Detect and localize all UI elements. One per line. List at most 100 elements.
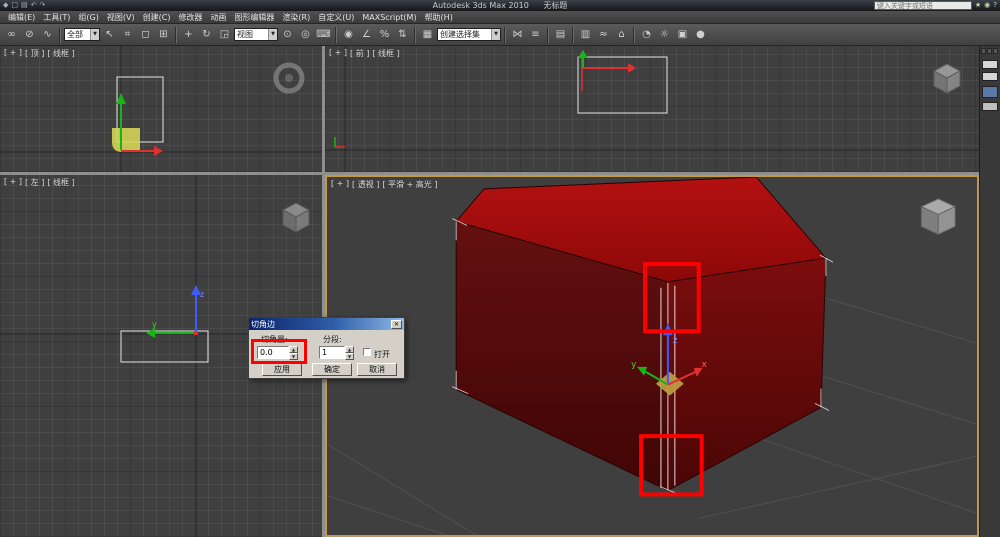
- viewcube[interactable]: [934, 64, 960, 93]
- viewport-menu-plus[interactable]: [ + ]: [4, 48, 22, 59]
- chevron-down-icon[interactable]: ▼: [90, 29, 99, 40]
- select-and-move-icon[interactable]: +: [180, 26, 197, 44]
- viewport-menu-shading[interactable]: [ 平滑 + 高光 ]: [382, 179, 437, 190]
- angle-snap-icon[interactable]: ∠: [358, 26, 375, 44]
- viewport-menu-name[interactable]: [ 顶 ]: [25, 48, 44, 59]
- render-setup-icon[interactable]: ☼: [656, 26, 673, 44]
- unlink-selection-icon[interactable]: ⊘: [21, 26, 38, 44]
- curve-editor-icon[interactable]: ≈: [595, 26, 612, 44]
- help-icon[interactable]: ?: [993, 1, 997, 10]
- command-panel-tab-modify[interactable]: [987, 48, 992, 54]
- dialog-title: 切角边: [251, 319, 275, 330]
- save-file-icon[interactable]: ▤: [21, 1, 28, 10]
- segments-spinner[interactable]: 1 ▲ ▼: [319, 346, 354, 359]
- command-panel-tab-create[interactable]: [981, 48, 986, 54]
- align-icon[interactable]: ≡: [527, 26, 544, 44]
- mirror-icon[interactable]: ⋈: [509, 26, 526, 44]
- world-axes: [0, 46, 322, 172]
- viewport-menu-name[interactable]: [ 透视 ]: [352, 179, 379, 190]
- viewport-menu-name[interactable]: [ 前 ]: [350, 48, 369, 59]
- schematic-view-icon[interactable]: ⌂: [613, 26, 630, 44]
- app-menu-icon[interactable]: ◆: [3, 1, 8, 10]
- cancel-button[interactable]: 取消: [357, 363, 397, 376]
- redo-icon[interactable]: ↷: [40, 1, 46, 10]
- viewcube[interactable]: [921, 199, 955, 235]
- viewport-top[interactable]: [ + ] [ 顶 ] [ 线框 ]: [0, 46, 322, 172]
- menu-group[interactable]: 组(G): [74, 12, 102, 23]
- communication-center-icon[interactable]: ◉: [984, 1, 990, 10]
- close-icon[interactable]: ✕: [391, 320, 402, 329]
- new-file-icon[interactable]: □: [11, 1, 18, 10]
- viewport-menu-shading[interactable]: [ 线框 ]: [47, 48, 74, 59]
- panel-field[interactable]: [982, 60, 998, 69]
- ok-button[interactable]: 确定: [312, 363, 352, 376]
- edit-named-selection-sets-icon[interactable]: ▦: [419, 26, 436, 44]
- viewport-menu-name[interactable]: [ 左 ]: [25, 177, 44, 188]
- percent-snap-icon[interactable]: %: [376, 26, 393, 44]
- viewport-menu-shading[interactable]: [ 线框 ]: [47, 177, 74, 188]
- menu-views[interactable]: 视图(V): [103, 12, 139, 23]
- select-and-link-icon[interactable]: ∞: [3, 26, 20, 44]
- viewport-perspective[interactable]: [ + ] [ 透视 ] [ 平滑 + 高光 ]: [325, 175, 979, 537]
- viewport-menu-plus[interactable]: [ + ]: [329, 48, 347, 59]
- spinner-snap-icon[interactable]: ⇅: [394, 26, 411, 44]
- box-wire-left[interactable]: [121, 331, 208, 362]
- snaps-toggle-icon[interactable]: ◉: [340, 26, 357, 44]
- command-panel-tab-hierarchy[interactable]: [993, 48, 998, 54]
- panel-field[interactable]: [982, 102, 998, 111]
- segments-field[interactable]: 1: [319, 346, 345, 359]
- menu-graph-editors[interactable]: 图形编辑器: [230, 12, 278, 23]
- panel-field[interactable]: [982, 72, 998, 81]
- keyboard-shortcut-override-icon[interactable]: ⌨: [315, 26, 332, 44]
- move-gizmo[interactable]: [578, 50, 636, 73]
- graphite-modeling-tools-icon[interactable]: ▥: [577, 26, 594, 44]
- steering-wheel-icon[interactable]: [276, 65, 302, 91]
- menu-help[interactable]: 帮助(H): [421, 12, 457, 23]
- menu-tools[interactable]: 工具(T): [39, 12, 74, 23]
- chevron-down-icon[interactable]: ▼: [268, 29, 277, 40]
- apply-button[interactable]: 应用: [262, 363, 302, 376]
- material-editor-icon[interactable]: ◔: [638, 26, 655, 44]
- selection-filter-combo[interactable]: 全部 ▼: [64, 28, 100, 41]
- select-and-rotate-icon[interactable]: ↻: [198, 26, 215, 44]
- menu-maxscript[interactable]: MAXScript(M): [358, 13, 420, 22]
- menu-modifiers[interactable]: 修改器: [174, 12, 206, 23]
- spinner-down-icon[interactable]: ▼: [345, 353, 354, 360]
- infocenter-search-input[interactable]: [874, 1, 972, 10]
- rectangular-selection-region-icon[interactable]: ◻: [137, 26, 154, 44]
- rendered-frame-window-icon[interactable]: ▣: [674, 26, 691, 44]
- command-panel-collapsed[interactable]: [979, 46, 1000, 537]
- window-crossing-icon[interactable]: ⊞: [155, 26, 172, 44]
- reference-coordinate-combo[interactable]: 视图 ▼: [234, 28, 278, 41]
- viewcube[interactable]: [283, 203, 309, 232]
- bind-to-space-warp-icon[interactable]: ∿: [39, 26, 56, 44]
- viewport-menu-shading[interactable]: [ 线框 ]: [372, 48, 399, 59]
- select-and-scale-icon[interactable]: ◲: [216, 26, 233, 44]
- box-wire-front[interactable]: [578, 57, 667, 113]
- menu-edit[interactable]: 编辑(E): [4, 12, 39, 23]
- panel-field-highlighted[interactable]: [982, 86, 998, 98]
- gizmo-x-label: x: [702, 360, 707, 370]
- undo-icon[interactable]: ↶: [31, 1, 37, 10]
- viewport-menu-plus[interactable]: [ + ]: [4, 177, 22, 188]
- select-by-name-icon[interactable]: ⌗: [119, 26, 136, 44]
- dialog-titlebar[interactable]: 切角边 ✕: [249, 318, 404, 330]
- menu-rendering[interactable]: 渲染(R): [278, 12, 314, 23]
- favorites-star-icon[interactable]: ★: [975, 1, 981, 10]
- menu-customize[interactable]: 自定义(U): [314, 12, 358, 23]
- spinner-up-icon[interactable]: ▲: [345, 346, 354, 353]
- use-pivot-point-center-icon[interactable]: ⊙: [279, 26, 296, 44]
- named-selection-sets-combo[interactable]: 创建选择集 ▼: [437, 28, 501, 41]
- menu-create[interactable]: 创建(C): [139, 12, 175, 23]
- select-and-manipulate-icon[interactable]: ◎: [297, 26, 314, 44]
- open-checkbox[interactable]: [363, 348, 371, 356]
- move-gizmo[interactable]: z y: [146, 285, 204, 338]
- menu-animation[interactable]: 动画: [206, 12, 230, 23]
- manage-layers-icon[interactable]: ▤: [552, 26, 569, 44]
- chevron-down-icon[interactable]: ▼: [491, 29, 500, 40]
- viewport-front[interactable]: [ + ] [ 前 ] [ 线框 ]: [325, 46, 979, 172]
- render-production-icon[interactable]: ●: [692, 26, 709, 44]
- select-object-icon[interactable]: ↖: [101, 26, 118, 44]
- axis-tripod-icon: [335, 137, 345, 147]
- viewport-menu-plus[interactable]: [ + ]: [331, 179, 349, 190]
